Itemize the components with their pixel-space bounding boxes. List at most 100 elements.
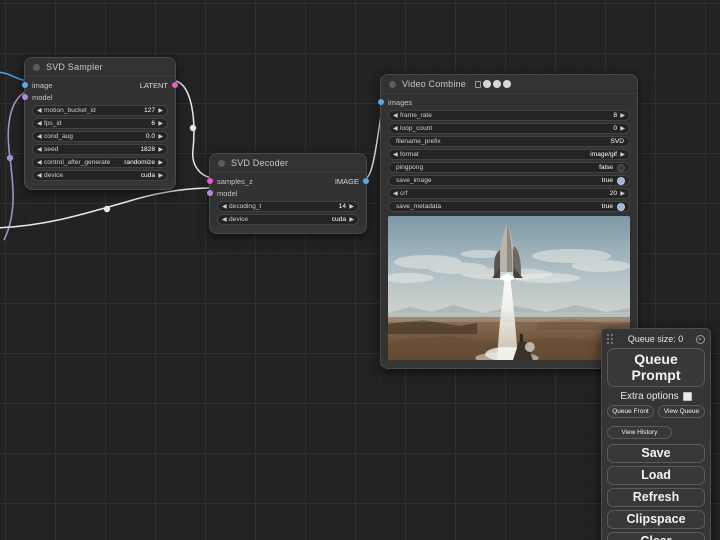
output-label-image: IMAGE xyxy=(334,176,359,186)
clipspace-button[interactable]: Clipspace xyxy=(607,509,705,529)
widget-frame-rate[interactable]: ◀ frame_rate 8 ▶ xyxy=(388,110,630,121)
widget-crf[interactable]: ◀ crf 20 ▶ xyxy=(388,188,630,199)
widget-seed[interactable]: ◀ seed 1828 ▶ xyxy=(32,144,168,155)
gear-icon[interactable] xyxy=(696,334,705,344)
refresh-button[interactable]: Refresh xyxy=(607,487,705,507)
widget-value: 127 xyxy=(143,107,155,114)
decrement-icon[interactable]: ◀ xyxy=(37,121,44,127)
output-dot-image[interactable] xyxy=(363,178,369,184)
extra-options-row[interactable]: Extra options xyxy=(607,391,705,402)
decrement-icon[interactable]: ◀ xyxy=(37,108,44,114)
input-label-images: images xyxy=(388,97,413,107)
increment-icon[interactable]: ▶ xyxy=(156,173,163,179)
node-video-combine[interactable]: Video Combine images ◀ frame_rate 8 ▶ ◀ xyxy=(378,74,638,369)
increment-icon[interactable]: ▶ xyxy=(156,160,163,166)
widget-loop-count[interactable]: ◀ loop_count 0 ▶ xyxy=(388,123,630,134)
save-button[interactable]: Save xyxy=(607,443,705,463)
slot-model[interactable]: model xyxy=(207,187,366,199)
increment-icon[interactable]: ▶ xyxy=(156,134,163,140)
wire-midpoint-dot xyxy=(189,124,197,132)
input-dot-samples-z[interactable] xyxy=(207,178,213,184)
increment-icon[interactable]: ▶ xyxy=(618,191,625,197)
toggle-pingpong[interactable] xyxy=(617,163,625,172)
queue-size-label: Queue size: 0 xyxy=(627,334,684,344)
input-dot-model[interactable] xyxy=(22,94,28,100)
decrement-icon[interactable]: ◀ xyxy=(222,217,229,223)
widget-filename-prefix[interactable]: filename_prefix SVD xyxy=(388,136,630,147)
copy-icon[interactable] xyxy=(474,80,481,88)
output-dot-latent[interactable] xyxy=(172,82,178,88)
view-queue-button[interactable]: View Queue xyxy=(658,405,705,418)
input-dot-images[interactable] xyxy=(378,99,384,105)
widget-save-metadata[interactable]: save_metadata true xyxy=(388,201,630,212)
widget-device[interactable]: ◀ device cuda ▶ xyxy=(217,214,359,225)
node-video-combine-body: images ◀ frame_rate 8 ▶ ◀ loop_count 0 ▶… xyxy=(378,94,637,360)
video-preview[interactable] xyxy=(388,216,630,360)
increment-icon[interactable]: ▶ xyxy=(156,108,163,114)
extra-options-checkbox[interactable] xyxy=(682,392,692,401)
input-dot-model[interactable] xyxy=(207,190,213,196)
widget-control-after-generate[interactable]: ◀ control_after_generate randomize ▶ xyxy=(32,157,168,168)
collapse-icon[interactable] xyxy=(389,80,396,88)
load-button[interactable]: Load xyxy=(607,465,705,485)
slot-samples-z[interactable]: samples_z IMAGE xyxy=(207,175,369,187)
menu-header[interactable]: Queue size: 0 xyxy=(607,332,705,346)
increment-icon[interactable]: ▶ xyxy=(156,147,163,153)
widget-label: filename_prefix xyxy=(396,138,441,145)
queue-front-button[interactable]: Queue Front xyxy=(607,405,654,418)
node-video-combine-titlebar[interactable]: Video Combine xyxy=(381,75,637,94)
toggle-save-image[interactable] xyxy=(617,176,625,185)
node-svd-sampler-title: SVD Sampler xyxy=(46,62,103,72)
node-svd-sampler-titlebar[interactable]: SVD Sampler xyxy=(25,58,175,77)
node-graph-canvas[interactable]: SVD Sampler image LATENT model ◀ motion_… xyxy=(0,0,720,540)
decrement-icon[interactable]: ◀ xyxy=(37,134,44,140)
node-svd-sampler[interactable]: SVD Sampler image LATENT model ◀ motion_… xyxy=(22,57,178,190)
widget-value: true xyxy=(601,177,613,184)
decrement-icon[interactable]: ◀ xyxy=(393,126,400,132)
node-svd-decoder[interactable]: SVD Decoder samples_z IMAGE model ◀ deco… xyxy=(207,153,369,234)
play-icon[interactable] xyxy=(482,80,491,88)
slot-model[interactable]: model xyxy=(22,91,175,103)
widget-pingpong[interactable]: pingpong false xyxy=(388,162,630,173)
increment-icon[interactable]: ▶ xyxy=(618,113,625,119)
node-svd-decoder-titlebar[interactable]: SVD Decoder xyxy=(210,154,366,173)
increment-icon[interactable]: ▶ xyxy=(347,217,354,223)
increment-icon[interactable]: ▶ xyxy=(347,204,354,210)
input-dot-image[interactable] xyxy=(22,82,28,88)
widget-value: 1828 xyxy=(140,146,155,153)
widget-device[interactable]: ◀ device cuda ▶ xyxy=(32,170,168,181)
widget-save-image[interactable]: save_image true xyxy=(388,175,630,186)
decrement-icon[interactable]: ◀ xyxy=(393,152,400,158)
queue-prompt-button[interactable]: Queue Prompt xyxy=(607,348,705,387)
pause-icon[interactable] xyxy=(492,80,501,88)
toggle-save-metadata[interactable] xyxy=(617,202,625,211)
clear-button[interactable]: Clear xyxy=(607,531,705,540)
extra-options-label: Extra options xyxy=(620,391,679,402)
decrement-icon[interactable]: ◀ xyxy=(393,191,400,197)
decrement-icon[interactable]: ◀ xyxy=(393,113,400,119)
widget-motion-bucket-id[interactable]: ◀ motion_bucket_id 127 ▶ xyxy=(32,105,168,116)
slot-images[interactable]: images xyxy=(378,96,637,108)
decrement-icon[interactable]: ◀ xyxy=(37,173,44,179)
mute-icon[interactable] xyxy=(502,80,511,88)
decrement-icon[interactable]: ◀ xyxy=(37,160,44,166)
widget-value: cuda xyxy=(140,172,155,179)
node-video-combine-title-icons[interactable] xyxy=(474,80,511,88)
comfy-menu-panel[interactable]: Queue size: 0 Queue Prompt Extra options… xyxy=(601,328,711,540)
decrement-icon[interactable]: ◀ xyxy=(37,147,44,153)
collapse-icon[interactable] xyxy=(218,159,225,167)
widget-value: cuda xyxy=(331,216,346,223)
widget-fps-id[interactable]: ◀ fps_id 6 ▶ xyxy=(32,118,168,129)
widget-decoding-t[interactable]: ◀ decoding_t 14 ▶ xyxy=(217,201,359,212)
increment-icon[interactable]: ▶ xyxy=(618,152,625,158)
decrement-icon[interactable]: ◀ xyxy=(222,204,229,210)
increment-icon[interactable]: ▶ xyxy=(618,126,625,132)
widget-format[interactable]: ◀ format image/gif ▶ xyxy=(388,149,630,160)
widget-label: loop_count xyxy=(400,125,433,132)
collapse-icon[interactable] xyxy=(33,63,40,71)
increment-icon[interactable]: ▶ xyxy=(156,121,163,127)
slot-image[interactable]: image LATENT xyxy=(22,79,178,91)
drag-handle-icon[interactable] xyxy=(607,334,615,344)
widget-cond-aug[interactable]: ◀ cond_aug 0.0 ▶ xyxy=(32,131,168,142)
view-history-button[interactable]: View History xyxy=(607,426,672,439)
